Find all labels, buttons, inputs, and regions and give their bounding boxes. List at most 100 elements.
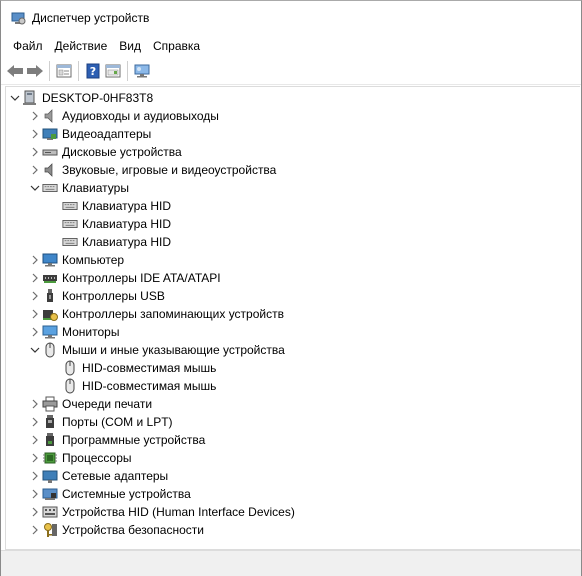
keyboard-icon (62, 234, 78, 250)
chevron-down-icon[interactable] (28, 179, 42, 197)
tree-category[interactable]: Контроллеры USB (28, 287, 165, 305)
tree-item-label: Очереди печати (62, 397, 153, 411)
tree-category[interactable]: Системные устройства (28, 485, 191, 503)
chevron-right-icon[interactable] (28, 467, 42, 485)
tree-item-label: Устройства безопасности (62, 523, 204, 537)
tree-item-label: Аудиовходы и аудиовыходы (62, 109, 219, 123)
tree-category[interactable]: Контроллеры запоминающих устройств (28, 305, 284, 323)
tree-category[interactable]: Дисковые устройства (28, 143, 182, 161)
device-tree[interactable]: DESKTOP-0HF83T8 Аудиовходы и аудиовыходы В… (5, 86, 580, 550)
device-manager-window: Диспетчер устройств Файл Действие Вид Сп… (0, 0, 582, 576)
tree-category[interactable]: Аудиовходы и аудиовыходы (28, 107, 219, 125)
speaker-icon (42, 108, 58, 124)
menu-file[interactable]: Файл (7, 39, 49, 53)
mouse-icon (62, 360, 78, 376)
hid-icon (42, 504, 58, 520)
tree-category[interactable]: Сетевые адаптеры (28, 467, 168, 485)
chevron-right-icon[interactable] (28, 395, 42, 413)
tree-item-label: Компьютер (62, 253, 125, 267)
tree-item-label: Звуковые, игровые и видеоустройства (62, 163, 277, 177)
chevron-right-icon[interactable] (28, 287, 42, 305)
tree-category[interactable]: Очереди печати (28, 395, 152, 413)
status-bar (1, 550, 581, 576)
chevron-down-icon[interactable] (28, 341, 42, 359)
chevron-right-icon[interactable] (28, 521, 42, 539)
tree-item-label: Клавиатура HID (82, 217, 171, 231)
tree-item-label: Порты (COM и LPT) (62, 415, 173, 429)
properties-icon[interactable] (54, 61, 74, 81)
tree-device[interactable]: HID-совместимая мышь (48, 377, 216, 395)
window-title: Диспетчер устройств (32, 11, 150, 25)
toolbar-separator (127, 61, 128, 81)
tree-category[interactable]: Звуковые, игровые и видеоустройства (28, 161, 276, 179)
chevron-right-icon[interactable] (28, 107, 42, 125)
tree-item-label: Клавиатуры (62, 181, 129, 195)
tree-category[interactable]: Порты (COM и LPT) (28, 413, 173, 431)
tree-category[interactable]: Контроллеры IDE ATA/ATAPI (28, 269, 221, 287)
menu-action[interactable]: Действие (49, 39, 114, 53)
tree-item-label: Видеоадаптеры (62, 127, 152, 141)
chevron-right-icon[interactable] (28, 413, 42, 431)
chevron-right-icon[interactable] (28, 323, 42, 341)
chevron-right-icon[interactable] (28, 449, 42, 467)
tree-device[interactable]: Клавиатура HID (48, 233, 171, 251)
disk-drive-icon (42, 144, 58, 160)
menu-view[interactable]: Вид (113, 39, 147, 53)
display-adapter-icon (42, 126, 58, 142)
chevron-right-icon[interactable] (28, 143, 42, 161)
chevron-right-icon[interactable] (28, 485, 42, 503)
tree-item-label: Мыши и иные указывающие устройства (62, 343, 285, 357)
tree-category[interactable]: Устройства безопасности (28, 521, 204, 539)
title-bar: Диспетчер устройств (1, 1, 581, 35)
tree-item-label: Программные устройства (62, 433, 206, 447)
tree-device[interactable]: HID-совместимая мышь (48, 359, 216, 377)
help-icon[interactable]: ? (83, 61, 103, 81)
chevron-right-icon[interactable] (28, 251, 42, 269)
tree-root[interactable]: DESKTOP-0HF83T8 (8, 89, 153, 107)
toolbar: ? (1, 58, 581, 85)
tree-item-label: Устройства HID (Human Interface Devices) (62, 505, 295, 519)
network-adapter-icon (42, 468, 58, 484)
tree-item-label: Клавиатура HID (82, 235, 171, 249)
show-hidden-icon[interactable] (103, 61, 123, 81)
menu-help[interactable]: Справка (147, 39, 206, 53)
usb-icon (42, 288, 58, 304)
svg-text:?: ? (90, 65, 96, 78)
tree-device[interactable]: Клавиатура HID (48, 197, 171, 215)
chevron-right-icon[interactable] (28, 503, 42, 521)
ide-controller-icon (42, 270, 58, 286)
tree-item-label: Контроллеры IDE ATA/ATAPI (62, 271, 221, 285)
menu-bar: Файл Действие Вид Справка (1, 37, 581, 55)
computer-root-icon (22, 90, 38, 106)
tree-item-label: HID-совместимая мышь (82, 361, 217, 375)
tree-category[interactable]: Процессоры (28, 449, 132, 467)
chevron-right-icon[interactable] (28, 161, 42, 179)
system-device-icon (42, 486, 58, 502)
tree-category[interactable]: Мыши и иные указывающие устройства (28, 341, 285, 359)
chevron-right-icon[interactable] (28, 269, 42, 287)
tree-item-label: Мониторы (62, 325, 120, 339)
printer-icon (42, 396, 58, 412)
forward-arrow-icon[interactable] (25, 61, 45, 81)
tree-item-label: Дисковые устройства (62, 145, 182, 159)
chevron-right-icon[interactable] (28, 431, 42, 449)
tree-device[interactable]: Клавиатура HID (48, 215, 171, 233)
tree-category[interactable]: Клавиатуры (28, 179, 129, 197)
chevron-down-icon[interactable] (8, 89, 22, 107)
tree-category[interactable]: Программные устройства (28, 431, 205, 449)
tree-category[interactable]: Устройства HID (Human Interface Devices) (28, 503, 295, 521)
back-arrow-icon[interactable] (5, 61, 25, 81)
chevron-right-icon[interactable] (28, 305, 42, 323)
chevron-right-icon[interactable] (28, 125, 42, 143)
keyboard-icon (62, 216, 78, 232)
toolbar-separator (49, 61, 50, 81)
processor-icon (42, 450, 58, 466)
security-device-icon (42, 522, 58, 538)
tree-category[interactable]: Мониторы (28, 323, 119, 341)
tree-category[interactable]: Видеоадаптеры (28, 125, 151, 143)
scan-hardware-icon[interactable] (132, 61, 152, 81)
computer-icon (42, 252, 58, 268)
mouse-icon (62, 378, 78, 394)
software-device-icon (42, 432, 58, 448)
tree-category[interactable]: Компьютер (28, 251, 124, 269)
